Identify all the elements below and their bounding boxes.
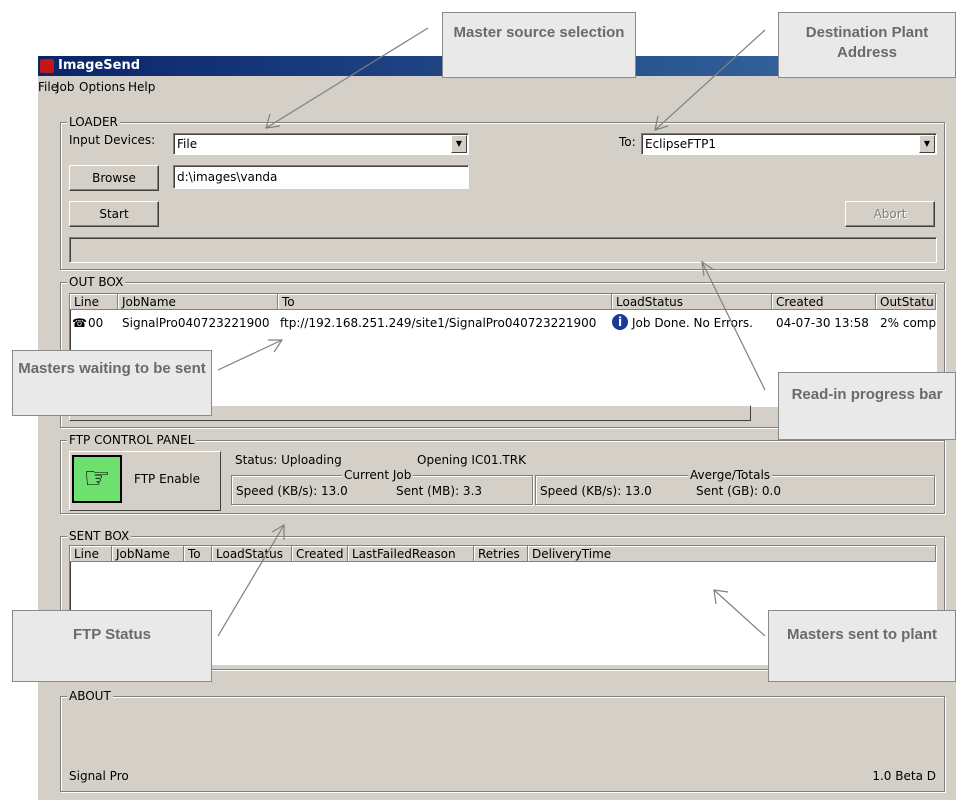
info-icon: i [612, 314, 628, 330]
col-header-outstatus[interactable]: OutStatu [876, 294, 936, 310]
path-input[interactable]: d:\images\vanda [173, 165, 469, 189]
col-header-to[interactable]: To [278, 294, 612, 310]
menu-job[interactable]: Job [56, 80, 75, 94]
col-header-to[interactable]: To [184, 546, 212, 562]
totals-sent: Sent (GB): 0.0 [696, 484, 781, 498]
col-header-lastfailedreason[interactable]: LastFailedReason [348, 546, 474, 562]
col-header-jobname[interactable]: JobName [112, 546, 184, 562]
outbox-legend: OUT BOX [67, 275, 126, 289]
col-header-created[interactable]: Created [292, 546, 348, 562]
ftp-enable-button[interactable]: ☞ FTP Enable [69, 451, 221, 511]
input-devices-dropdown[interactable]: File ▼ [173, 133, 469, 155]
col-header-loadstatus[interactable]: LoadStatus [612, 294, 772, 310]
loader-group: LOADER Input Devices: File ▼ To: Eclipse… [60, 115, 945, 270]
callout-ftp-status: FTP Status [12, 610, 212, 682]
col-header-retries[interactable]: Retries [474, 546, 528, 562]
row-jobname: SignalPro040723221900 [122, 316, 270, 330]
current-sent: Sent (MB): 3.3 [396, 484, 483, 498]
totals-speed: Speed (KB/s): 13.0 [540, 484, 652, 498]
current-job-group: Current Job Speed (KB/s): 13.0 Sent (MB)… [231, 468, 533, 505]
row-outstatus: 2% comp [880, 316, 937, 330]
app-icon [40, 59, 54, 73]
ftp-panel-legend: FTP CONTROL PANEL [67, 433, 197, 447]
ftp-enable-label: FTP Enable [134, 472, 200, 486]
col-header-created[interactable]: Created [772, 294, 876, 310]
to-label: To: [619, 135, 636, 149]
abort-button[interactable]: Abort [845, 201, 935, 227]
ftp-status-text: Status: Uploading [235, 453, 342, 467]
about-version: 1.0 Beta D [872, 769, 936, 783]
callout-destination: Destination Plant Address [778, 12, 956, 78]
totals-legend: Averge/Totals [688, 468, 773, 482]
totals-group: Averge/Totals Speed (KB/s): 13.0 Sent (G… [535, 468, 935, 505]
callout-readin-progress: Read-in progress bar [778, 372, 956, 440]
row-loadstatus: Job Done. No Errors. [632, 316, 753, 330]
destination-dropdown[interactable]: EclipseFTP1 ▼ [641, 133, 937, 155]
row-to: ftp://192.168.251.249/site1/SignalPro040… [280, 316, 597, 330]
menu-options[interactable]: Options [79, 80, 125, 94]
table-row[interactable]: ☎ 00 SignalPro040723221900 ftp://192.168… [70, 314, 936, 332]
current-job-legend: Current Job [342, 468, 414, 482]
readin-progress-bar [69, 237, 937, 263]
callout-master-source: Master source selection [442, 12, 636, 78]
col-header-loadstatus[interactable]: LoadStatus [212, 546, 292, 562]
input-devices-label: Input Devices: [69, 133, 156, 147]
col-header-deliverytime[interactable]: DeliveryTime [528, 546, 936, 562]
row-created: 04-07-30 13:58 [776, 316, 869, 330]
browse-button[interactable]: Browse [69, 165, 159, 191]
col-header-jobname[interactable]: JobName [118, 294, 278, 310]
callout-masters-sent: Masters sent to plant [768, 610, 956, 682]
about-group: ABOUT Signal Pro 1.0 Beta D [60, 689, 945, 792]
destination-value: EclipseFTP1 [645, 137, 716, 151]
hand-pointer-icon: ☞ [72, 455, 122, 503]
sentbox-legend: SENT BOX [67, 529, 132, 543]
about-legend: ABOUT [67, 689, 113, 703]
row-line: 00 [88, 316, 104, 330]
window-title: ImageSend [58, 58, 141, 73]
ftp-opening-text: Opening IC01.TRK [417, 453, 526, 467]
input-device-value: File [177, 137, 198, 151]
chevron-down-icon[interactable]: ▼ [451, 135, 467, 153]
ftp-control-panel: FTP CONTROL PANEL ☞ FTP Enable Status: U… [60, 433, 945, 514]
chevron-down-icon[interactable]: ▼ [919, 135, 935, 153]
about-product: Signal Pro [69, 769, 129, 783]
current-speed: Speed (KB/s): 13.0 [236, 484, 348, 498]
start-button[interactable]: Start [69, 201, 159, 227]
menu-help[interactable]: Help [128, 80, 155, 94]
col-header-line[interactable]: Line [70, 546, 112, 562]
col-header-line[interactable]: Line [70, 294, 118, 310]
path-value: d:\images\vanda [177, 170, 278, 184]
callout-masters-waiting: Masters waiting to be sent [12, 350, 212, 416]
loader-legend: LOADER [67, 115, 120, 129]
phone-icon: ☎ [72, 316, 87, 330]
